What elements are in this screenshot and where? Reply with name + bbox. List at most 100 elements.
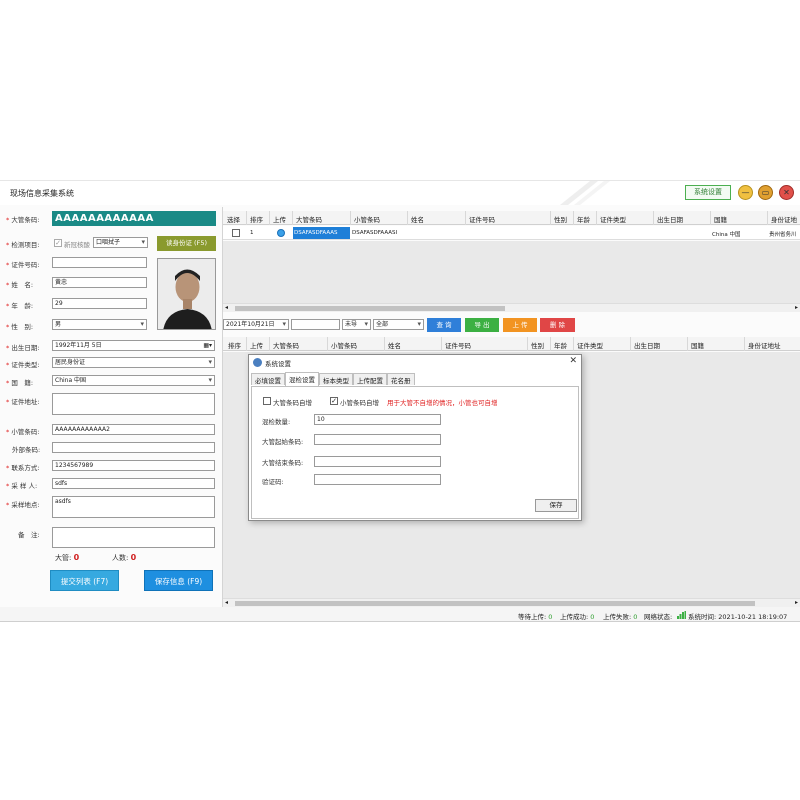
contact-label: * 联系方式:: [6, 464, 40, 472]
row-id-address: 贵州省务川: [769, 232, 797, 238]
col-gender: 性别: [554, 216, 567, 224]
contact-input[interactable]: 1234567989: [52, 460, 215, 471]
tab-mixed-test-settings[interactable]: 混检设置: [285, 372, 319, 386]
small-self-increment-checkbox[interactable]: ✓: [330, 397, 338, 405]
big-self-increment-checkbox[interactable]: [263, 397, 271, 405]
id-type-select[interactable]: 居民身份证: [52, 357, 215, 368]
dialog-title: 系统设置: [265, 360, 291, 368]
id-number-input[interactable]: [52, 257, 147, 268]
age-input[interactable]: 29: [52, 298, 147, 309]
name-label: * 姓 名:: [6, 281, 34, 289]
col-name: 姓名: [388, 342, 401, 350]
status-filter-select[interactable]: 全部: [373, 319, 424, 330]
id-address-input[interactable]: [52, 393, 215, 415]
col-id-address: 身份证地: [771, 216, 797, 224]
id-type-label: * 证件类型:: [6, 361, 40, 369]
mix-count-input[interactable]: 10: [314, 414, 441, 425]
scroll-thumb[interactable]: [235, 601, 755, 606]
gender-select[interactable]: 男: [52, 319, 147, 330]
col-birth-date: 出生日期: [634, 342, 660, 350]
dialog-close-icon[interactable]: ✕: [569, 356, 577, 366]
app-window: 现场信息采集系统 系统设置 — ▭ ✕ * 大管条码: AAAAAAAAAAAA…: [0, 180, 800, 622]
scroll-right-icon[interactable]: ▸: [795, 304, 798, 311]
big-end-barcode-input[interactable]: [314, 456, 441, 467]
tab-required-settings[interactable]: 必填设置: [251, 373, 285, 385]
row-order: 1: [250, 230, 254, 236]
small-barcode-label: * 小管条码:: [6, 428, 40, 436]
col-id-address: 身份证地址: [748, 342, 781, 350]
col-name: 姓名: [411, 216, 424, 224]
submit-list-button[interactable]: 提交列表 (F7): [50, 570, 119, 591]
table-row[interactable]: 1 DSAFASDFAAAS DSAFASDFAAASI China 中国 贵州…: [223, 226, 800, 240]
top-table-scrollbar[interactable]: ◂ ▸: [223, 303, 800, 312]
sampler-input[interactable]: sdfs: [52, 478, 215, 489]
row-nationality: China 中国: [712, 232, 741, 238]
col-big-barcode: 大管条码: [296, 216, 322, 224]
verify-code-label: 验证码:: [262, 478, 284, 486]
maximize-icon: ▭: [761, 188, 770, 197]
external-barcode-input[interactable]: [52, 442, 215, 453]
external-barcode-label: 外部条码:: [12, 446, 41, 454]
keyword-input[interactable]: [291, 319, 340, 330]
app-title: 现场信息采集系统: [10, 189, 74, 198]
read-id-card-button[interactable]: 读身份证 (F5): [157, 236, 216, 251]
small-barcode-input[interactable]: AAAAAAAAAAAA2: [52, 424, 215, 435]
delete-button[interactable]: 删 除: [540, 318, 575, 332]
col-age: 年龄: [554, 342, 567, 350]
big-start-barcode-label: 大管起始条码:: [262, 438, 304, 446]
scroll-left-icon[interactable]: ◂: [225, 304, 228, 311]
birth-date-picker[interactable]: 1992年11月 5日 ▦▾: [52, 340, 215, 351]
col-small-barcode: 小管条码: [354, 216, 380, 224]
calendar-icon[interactable]: ▦▾: [203, 341, 212, 350]
export-button[interactable]: 导 出: [465, 318, 499, 332]
birth-date-value: 1992年11月 5日: [55, 342, 102, 349]
remark-input[interactable]: [52, 527, 215, 548]
pending-upload-status: 等待上传: 0: [518, 613, 553, 621]
maximize-button[interactable]: ▭: [758, 185, 773, 200]
col-nationality: 国籍: [691, 342, 704, 350]
row-select-checkbox[interactable]: [232, 229, 240, 237]
query-button[interactable]: 查 询: [427, 318, 461, 332]
mix-count-label: 混检数量:: [262, 418, 291, 426]
scroll-right-icon[interactable]: ▸: [795, 599, 798, 606]
covid-checkbox[interactable]: ✓: [54, 239, 62, 247]
covid-checkbox-label: 新冠核酸: [64, 241, 90, 249]
tab-upload-config[interactable]: 上传配置: [353, 373, 387, 385]
bottom-table-header: 排序 上传 大管条码 小管条码 姓名 证件号码 性别 年龄 证件类型 出生日期 …: [223, 337, 800, 351]
col-id-type: 证件类型: [600, 216, 626, 224]
upload-fail-status: 上传失败: 0: [603, 613, 638, 621]
name-input[interactable]: 黄忠: [52, 277, 147, 288]
close-icon: ✕: [783, 188, 790, 197]
big-barcode-label: * 大管条码:: [6, 216, 40, 224]
save-info-button[interactable]: 保存信息 (F9): [144, 570, 213, 591]
id-address-label: * 证件地址:: [6, 398, 40, 406]
nationality-select[interactable]: China 中国: [52, 375, 215, 386]
big-barcode-input[interactable]: AAAAAAAAAAAA: [52, 211, 216, 226]
big-tube-count-value: 0: [73, 553, 80, 562]
verify-code-input[interactable]: [314, 474, 441, 485]
bottom-table-scrollbar[interactable]: ◂ ▸: [223, 598, 800, 607]
minimize-button[interactable]: —: [738, 185, 753, 200]
tab-specimen-type[interactable]: 标本类型: [319, 373, 353, 385]
upload-filter-select[interactable]: 未导: [342, 319, 371, 330]
dialog-save-button[interactable]: 保存: [535, 499, 577, 512]
sample-type-select[interactable]: 口咽拭子: [93, 237, 148, 248]
scroll-left-icon[interactable]: ◂: [225, 599, 228, 606]
scroll-thumb[interactable]: [235, 306, 505, 311]
small-self-increment-label: 小管条码自增: [340, 399, 379, 407]
test-item-label: * 检测项目:: [6, 241, 40, 249]
sample-location-label: * 采样地点:: [6, 501, 40, 509]
system-settings-button[interactable]: 系统设置: [685, 185, 731, 200]
sample-location-input[interactable]: asdfs: [52, 496, 215, 518]
big-start-barcode-input[interactable]: [314, 434, 441, 445]
tab-roster[interactable]: 花名册: [387, 373, 415, 385]
upload-button[interactable]: 上 传: [503, 318, 537, 332]
col-id-number: 证件号码: [469, 216, 495, 224]
gender-label: * 性 别:: [6, 323, 34, 331]
minimize-icon: —: [741, 188, 750, 197]
close-button[interactable]: ✕: [779, 185, 794, 200]
id-number-label: * 证件号码:: [6, 261, 40, 269]
network-status: 网络状态:: [644, 613, 673, 621]
date-filter-picker[interactable]: 2021年10月21日: [223, 319, 289, 330]
col-id-type: 证件类型: [577, 342, 603, 350]
